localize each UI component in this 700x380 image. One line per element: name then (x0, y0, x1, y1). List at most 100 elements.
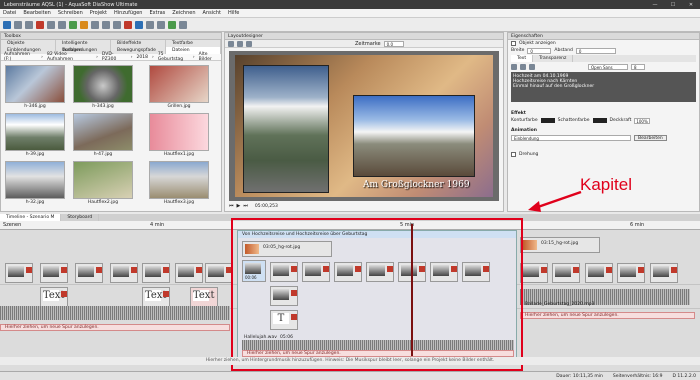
new-project-icon[interactable] (3, 20, 11, 29)
thumbnail-caption: h-47.jpg (93, 152, 113, 157)
thumbnail[interactable]: h-32.jpg (5, 161, 65, 205)
drop-hint-right[interactable]: Hierher ziehen, um neue Spur anzulegen. (520, 312, 695, 319)
distance-input[interactable]: 0 (575, 47, 616, 54)
italic-icon[interactable] (520, 63, 526, 70)
animation-select[interactable]: Einblendung (511, 134, 631, 141)
music-drop-hint[interactable]: Hierher ziehen, um Hintergrundmusik hinz… (0, 357, 700, 365)
thumbnail[interactable]: Grillen.jpg (149, 65, 209, 109)
align-icon[interactable] (529, 63, 535, 70)
contour-color-swatch[interactable] (540, 118, 555, 123)
menu-add[interactable]: Hinzufügen (114, 10, 142, 16)
show-object-checkbox[interactable] (511, 41, 516, 46)
undo-icon[interactable] (47, 20, 55, 29)
menu-project[interactable]: Projekt (90, 10, 107, 16)
edit-button[interactable]: Bearbeiten (634, 134, 667, 141)
delete-icon[interactable] (124, 20, 132, 29)
move-icon[interactable] (237, 40, 243, 47)
record-icon[interactable] (36, 20, 44, 29)
shadow-color-swatch[interactable] (592, 118, 607, 123)
tab-transparency[interactable]: Transparenz (533, 55, 574, 62)
timeline-clip[interactable] (142, 263, 170, 283)
zoom-icon[interactable] (246, 40, 252, 47)
maximize-button[interactable]: ☐ (664, 2, 682, 8)
slide-caption[interactable]: Am Großglockner 1969 (363, 180, 470, 190)
timeline-clip[interactable] (110, 263, 138, 283)
thumbnail[interactable]: Hautflex3.jpg (149, 161, 209, 205)
timeline-clip[interactable] (520, 263, 548, 283)
close-button[interactable]: ✕ (682, 2, 700, 8)
timeline-clip[interactable] (205, 263, 233, 283)
play-icon[interactable] (69, 20, 77, 29)
thumbnail[interactable]: h-39.jpg (5, 113, 65, 157)
rotate-checkbox[interactable] (511, 152, 516, 157)
thumbnail[interactable]: h-47.jpg (73, 113, 133, 157)
menu-view[interactable]: Ansicht (203, 10, 221, 16)
menu-write[interactable]: Schreiben (58, 10, 83, 16)
copy-icon[interactable] (102, 20, 110, 29)
text-clip[interactable]: Text (190, 287, 218, 307)
breadcrumb-item[interactable]: 2018 (137, 55, 148, 60)
timeline-clip[interactable] (650, 263, 678, 283)
text-icon[interactable] (146, 20, 154, 29)
bold-icon[interactable] (511, 63, 517, 70)
text-clip[interactable]: Text (142, 287, 170, 307)
photo-right[interactable] (353, 95, 475, 177)
export-icon[interactable] (80, 20, 88, 29)
thumbnail[interactable]: Hautflex1.jpg (149, 113, 209, 157)
tab-objects[interactable]: Objekte (1, 40, 56, 47)
timeline-clip[interactable] (175, 263, 203, 283)
play-icon[interactable]: ▶ (237, 203, 241, 209)
tab-text[interactable]: Text (511, 55, 534, 62)
opacity-input[interactable]: 100% (634, 117, 651, 124)
menu-help[interactable]: Hilfe (228, 10, 239, 16)
thumbnail-image (73, 113, 133, 151)
text-t-icon: Text (145, 290, 167, 301)
menu-extras[interactable]: Extras (149, 10, 165, 16)
menu-draw[interactable]: Zeichnen (172, 10, 195, 16)
tab-text-color[interactable]: Textfarbe (166, 40, 221, 47)
paste-icon[interactable] (113, 20, 121, 29)
drop-hint-left[interactable]: Hierher ziehen, um neue Spur anzulegen. (0, 324, 230, 331)
clip-thumbnail (113, 266, 129, 277)
timeline-clip[interactable] (75, 263, 103, 283)
thumbnail[interactable]: h-346.jpg (5, 65, 65, 109)
slide-canvas[interactable]: Am Großglockner 1969 (235, 55, 493, 197)
audio-waveform-left[interactable] (0, 306, 230, 320)
timeline-clip[interactable] (552, 263, 580, 283)
tab-templates[interactable]: Intelligente Vorlagen (56, 40, 111, 53)
save-icon[interactable] (25, 20, 33, 29)
clip-thumbnail (653, 266, 669, 277)
photo-left[interactable] (243, 65, 329, 193)
menu-edit[interactable]: Bearbeiten (23, 10, 50, 16)
timeline-clip[interactable] (40, 263, 68, 283)
cut-icon[interactable] (91, 20, 99, 29)
next-chapter-clip[interactable]: 03:15_hg-rot.jpg (520, 237, 600, 253)
open-icon[interactable] (14, 20, 22, 29)
width-input[interactable]: 0 (527, 47, 552, 54)
timeline-clip[interactable] (5, 263, 33, 283)
timeline-clip[interactable] (617, 263, 645, 283)
font-size-input[interactable]: 8 (631, 63, 645, 70)
toolbox-panel: Toolbox Objekte Intelligente Vorlagen Bi… (0, 32, 222, 212)
music-icon[interactable] (157, 20, 165, 29)
thumbnail[interactable]: Hautflex2.jpg (73, 161, 133, 205)
tab-image-effects[interactable]: Bildeffekte (111, 40, 166, 47)
tab-storyboard[interactable]: Storyboard (61, 214, 100, 221)
rewind-icon[interactable]: ⏮ (229, 203, 234, 209)
settings-icon[interactable] (179, 20, 187, 29)
redo-icon[interactable] (58, 20, 66, 29)
forward-icon[interactable]: ⏭ (243, 203, 248, 209)
image-icon[interactable] (135, 20, 143, 29)
font-select[interactable]: Open Sans (588, 63, 628, 70)
thumbnail[interactable]: h-343.jpg (73, 65, 133, 109)
timemark-input[interactable]: 0.0 (383, 40, 404, 47)
text-clip[interactable]: Text (40, 287, 68, 307)
ruler-mark: 4 min (150, 222, 165, 228)
menu-file[interactable]: Datei (3, 10, 16, 16)
video-icon[interactable] (168, 20, 176, 29)
minimize-button[interactable]: — (646, 2, 664, 8)
timeline-clip[interactable] (585, 263, 613, 283)
select-icon[interactable] (228, 40, 234, 47)
tab-timeline[interactable]: Timeline - Szenario M (0, 214, 62, 221)
text-editor[interactable]: Hochzeit am 04.10.1969 Hochzeitsreise na… (511, 72, 696, 102)
